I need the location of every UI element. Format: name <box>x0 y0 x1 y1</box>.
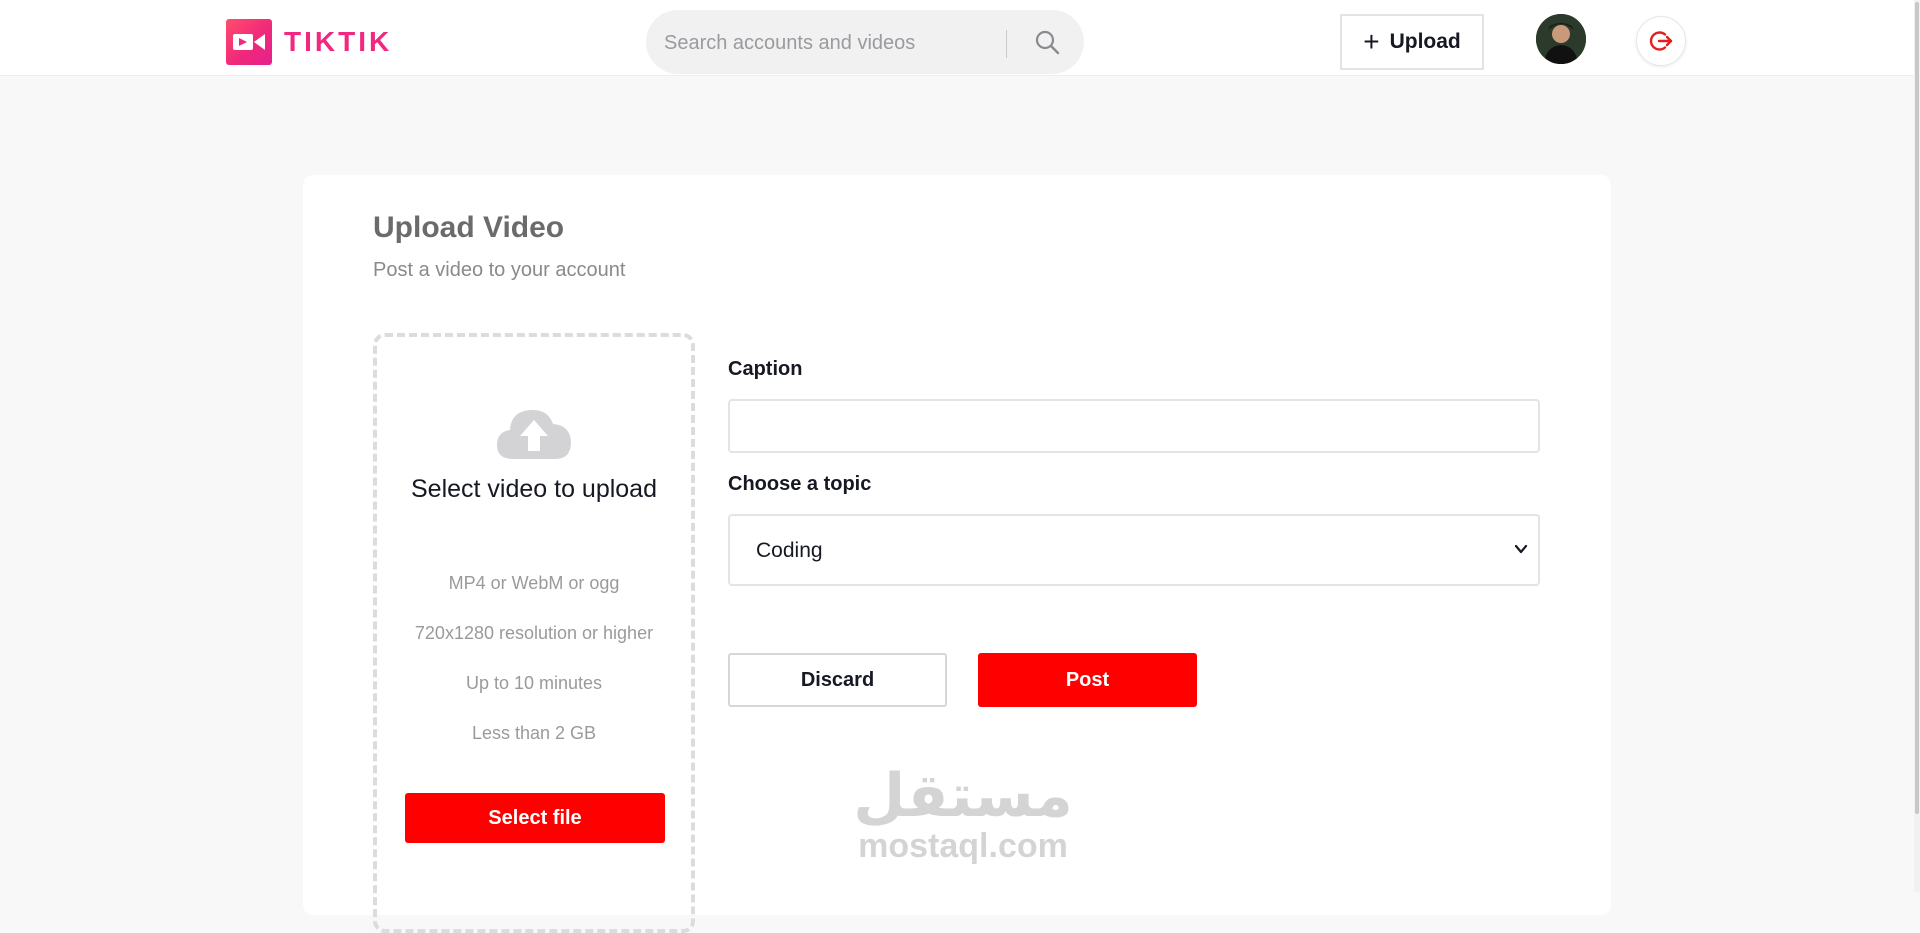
cloud-upload-icon <box>497 409 571 459</box>
topic-label: Choose a topic <box>728 473 872 495</box>
watermark: مستقل mostaql.com <box>843 765 1083 885</box>
watermark-arabic: مستقل <box>853 762 1073 829</box>
plus-icon: + <box>1363 26 1380 57</box>
logo-text: TIKTIK <box>284 26 393 57</box>
spec-size: Less than 2 GB <box>471 723 597 743</box>
page-title: Upload Video <box>373 211 565 244</box>
caption-input[interactable] <box>728 399 1540 453</box>
navbar: TIKTIK + Upload <box>0 0 1914 76</box>
spec-format: MP4 or WebM or ogg <box>448 573 620 593</box>
user-avatar-icon <box>1536 14 1586 64</box>
video-dropzone[interactable]: Select video to upload MP4 or WebM or og… <box>373 333 695 933</box>
dropzone-heading: Select video to upload <box>410 475 657 503</box>
avatar[interactable] <box>1536 14 1586 64</box>
spec-resolution: 720x1280 resolution or higher <box>414 623 654 643</box>
search-button[interactable] <box>1026 26 1068 58</box>
upload-button-label: Upload <box>1389 30 1461 53</box>
logout-button[interactable] <box>1636 16 1686 66</box>
scrollbar-thumb[interactable] <box>1915 2 1919 814</box>
logo[interactable]: TIKTIK <box>226 19 392 65</box>
upload-button[interactable]: + Upload <box>1340 14 1484 70</box>
topic-select[interactable]: Coding <box>728 514 1540 586</box>
topic-selected-value: Coding <box>756 539 823 562</box>
chevron-down-icon <box>1514 544 1528 554</box>
search-input[interactable] <box>662 22 1026 64</box>
page-subtitle: Post a video to your account <box>373 259 626 281</box>
video-camera-logo-icon <box>226 19 272 65</box>
select-file-button[interactable]: Select file <box>405 793 665 843</box>
caption-label: Caption <box>728 358 803 380</box>
logout-icon <box>1649 31 1673 51</box>
search-bar <box>646 10 1084 74</box>
upload-card: Upload Video Post a video to your accoun… <box>303 175 1611 933</box>
discard-button[interactable]: Discard <box>728 653 947 707</box>
watermark-latin: mostaql.com <box>858 827 1068 865</box>
spec-duration: Up to 10 minutes <box>465 673 603 693</box>
page-scrollbar[interactable] <box>1914 0 1920 892</box>
search-divider <box>1006 30 1007 58</box>
search-icon <box>1035 30 1060 55</box>
post-button[interactable]: Post <box>978 653 1197 707</box>
